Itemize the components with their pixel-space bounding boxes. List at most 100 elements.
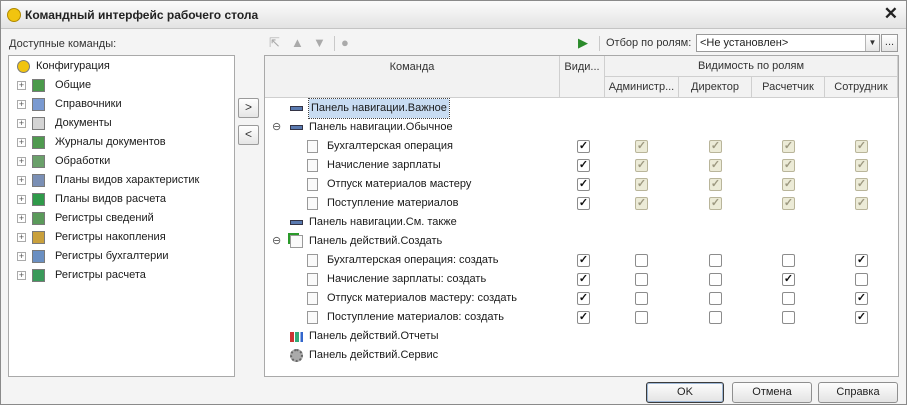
role-visibility-checkbox[interactable] [709,254,722,267]
expand-icon[interactable]: + [17,214,26,223]
role-visibility-checkbox[interactable] [635,311,648,324]
default-settings-icon[interactable]: ● [341,34,349,52]
tree-item[interactable]: + Журналы документов [9,133,234,152]
expand-icon[interactable]: + [17,176,26,185]
role-visibility-checkbox[interactable]: ✓ [855,140,868,153]
column-header-role[interactable]: Администр... [605,77,679,98]
grid-row[interactable]: Панель действий.Сервис [265,346,898,365]
column-header-role[interactable]: Расчетчик [752,77,825,98]
column-header-role[interactable]: Сотрудник [825,77,898,98]
visible-checkbox[interactable]: ✓ [577,273,590,286]
role-visibility-checkbox[interactable] [782,292,795,305]
role-visibility-checkbox[interactable] [709,292,722,305]
tree-item[interactable]: + Общие [9,76,234,95]
expand-icon[interactable]: + [17,100,26,109]
grid-row[interactable]: ⊖ Панель навигации.Обычное [265,118,898,137]
role-visibility-checkbox[interactable]: ✓ [782,140,795,153]
expand-icon[interactable]: + [17,119,26,128]
role-visibility-checkbox[interactable]: ✓ [782,273,795,286]
expand-icon[interactable]: + [17,157,26,166]
grid-row[interactable]: Поступление материалов: создать ✓ ✓ [265,308,898,327]
role-visibility-checkbox[interactable]: ✓ [855,311,868,324]
visible-checkbox[interactable]: ✓ [577,140,590,153]
cancel-button[interactable]: Отмена [732,382,812,403]
role-visibility-checkbox[interactable]: ✓ [782,178,795,191]
tree-item[interactable]: + Регистры бухгалтерии [9,247,234,266]
apply-filter-icon[interactable]: ▶ [578,34,588,52]
tree-item[interactable]: + Планы видов расчета [9,190,234,209]
help-button[interactable]: Справка [818,382,898,403]
role-visibility-checkbox[interactable]: ✓ [709,197,722,210]
role-visibility-checkbox[interactable]: ✓ [635,140,648,153]
role-filter-choose-button[interactable]: ... [881,34,898,52]
grid-row[interactable]: Панель навигации.См. также [265,213,898,232]
role-visibility-checkbox[interactable]: ✓ [635,178,648,191]
command-visibility-grid[interactable]: Команда Види... Видимость по ролям Админ… [264,55,899,377]
role-visibility-checkbox[interactable]: ✓ [855,159,868,172]
expand-icon[interactable]: + [17,252,26,261]
move-up-icon[interactable]: ▲ [291,34,304,52]
visible-checkbox[interactable]: ✓ [577,178,590,191]
grid-row[interactable]: Начисление зарплаты: создать ✓ ✓ [265,270,898,289]
grid-row[interactable]: Бухгалтерская операция ✓ ✓ ✓ ✓ ✓ [265,137,898,156]
role-visibility-checkbox[interactable]: ✓ [709,140,722,153]
grid-row[interactable]: Поступление материалов ✓ ✓ ✓ ✓ ✓ [265,194,898,213]
role-visibility-checkbox[interactable]: ✓ [782,197,795,210]
grid-row[interactable]: Панель навигации.Важное [265,98,898,119]
visible-checkbox[interactable]: ✓ [577,311,590,324]
column-header-visible[interactable]: Види... [560,56,605,98]
chevron-down-icon[interactable]: ▼ [865,35,879,51]
grid-row[interactable]: Бухгалтерская операция: создать ✓ ✓ [265,251,898,270]
role-visibility-checkbox[interactable]: ✓ [855,178,868,191]
role-visibility-checkbox[interactable] [635,273,648,286]
move-to-group-icon[interactable]: ⇱ [269,34,280,52]
tree-item[interactable]: + Планы видов характеристик [9,171,234,190]
visible-checkbox[interactable]: ✓ [577,197,590,210]
role-visibility-checkbox[interactable]: ✓ [855,254,868,267]
role-visibility-checkbox[interactable] [709,273,722,286]
tree-item[interactable]: + Справочники [9,95,234,114]
role-visibility-checkbox[interactable]: ✓ [855,197,868,210]
tree-item[interactable]: + Регистры сведений [9,209,234,228]
role-visibility-checkbox[interactable] [782,254,795,267]
role-visibility-checkbox[interactable]: ✓ [709,178,722,191]
grid-row[interactable]: ⊖ Панель действий.Создать [265,232,898,251]
role-visibility-checkbox[interactable] [709,311,722,324]
collapse-icon[interactable]: ⊖ [272,236,281,247]
expand-icon[interactable]: + [17,195,26,204]
collapse-icon[interactable]: ⊖ [272,122,281,133]
expand-icon[interactable]: + [17,138,26,147]
ok-button[interactable]: OK [646,382,724,403]
column-header-role[interactable]: Директор [679,77,752,98]
tree-item[interactable]: + Обработки [9,152,234,171]
expand-icon[interactable]: + [17,271,26,280]
available-commands-tree[interactable]: Конфигурация + Общие + Справочники + Документы… [8,55,235,377]
visible-checkbox[interactable]: ✓ [577,292,590,305]
role-visibility-checkbox[interactable]: ✓ [635,159,648,172]
move-down-icon[interactable]: ▼ [313,34,326,52]
role-visibility-checkbox[interactable] [635,292,648,305]
role-visibility-checkbox[interactable]: ✓ [709,159,722,172]
grid-row[interactable]: Отпуск материалов мастеру: создать ✓ ✓ [265,289,898,308]
role-visibility-checkbox[interactable] [855,273,868,286]
grid-row[interactable]: Панель действий.Отчеты [265,327,898,346]
role-visibility-checkbox[interactable]: ✓ [855,292,868,305]
remove-command-button[interactable]: < [238,125,259,145]
tree-item[interactable]: + Документы [9,114,234,133]
grid-row[interactable]: Начисление зарплаты ✓ ✓ ✓ ✓ ✓ [265,156,898,175]
tree-item[interactable]: + Регистры накопления [9,228,234,247]
expand-icon[interactable]: + [17,81,26,90]
visible-checkbox[interactable]: ✓ [577,254,590,267]
grid-row[interactable]: Отпуск материалов мастеру ✓ ✓ ✓ ✓ ✓ [265,175,898,194]
column-header-command[interactable]: Команда [265,56,560,98]
tree-item[interactable]: + Регистры расчета [9,266,234,285]
add-command-button[interactable]: > [238,98,259,118]
tree-item[interactable]: Конфигурация [9,57,234,76]
role-visibility-checkbox[interactable]: ✓ [635,197,648,210]
role-visibility-checkbox[interactable] [635,254,648,267]
expand-icon[interactable]: + [17,233,26,242]
visible-checkbox[interactable]: ✓ [577,159,590,172]
role-visibility-checkbox[interactable] [782,311,795,324]
role-filter-select[interactable]: <Не установлен> ▼ [696,34,880,52]
close-icon[interactable]: ✕ [884,5,898,23]
